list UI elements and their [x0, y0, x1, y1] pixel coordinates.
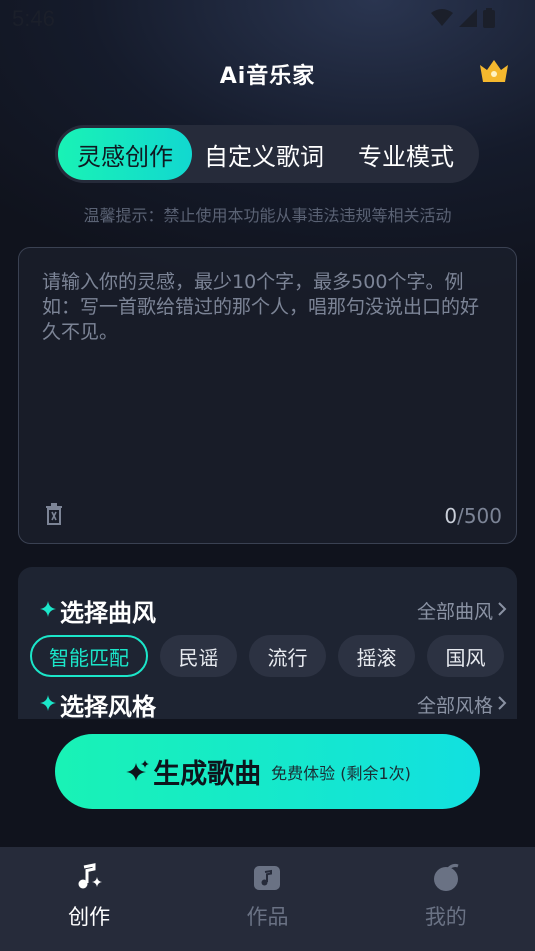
- clear-icon[interactable]: [44, 503, 64, 525]
- generate-label: 生成歌曲: [153, 759, 262, 790]
- profile-icon: [433, 863, 459, 891]
- generate-song-button[interactable]: 生成歌曲 免费体验 (剩余1次): [55, 734, 480, 809]
- chevron-right-icon: [498, 602, 507, 616]
- genre-chip[interactable]: 智能匹配: [30, 635, 148, 677]
- music-note-icon: [78, 863, 103, 889]
- nav-works[interactable]: 作品: [178, 847, 356, 951]
- status-bar: 5:46: [0, 0, 535, 36]
- album-icon: [254, 866, 281, 890]
- genre-chip[interactable]: 民谣: [160, 635, 237, 677]
- app-title: Ai音乐家: [0, 58, 535, 90]
- tab-inspiration[interactable]: 灵感创作: [58, 128, 192, 180]
- genre-section-title: 选择曲风: [60, 599, 156, 627]
- nav-profile[interactable]: 我的: [357, 847, 535, 951]
- status-icons: [431, 8, 495, 28]
- nav-label-works: 作品: [246, 905, 289, 929]
- generate-sub: 免费体验 (剩余1次): [271, 763, 411, 783]
- tab-pro-mode[interactable]: 专业模式: [336, 128, 476, 180]
- chevron-right-icon: [498, 696, 507, 710]
- mode-tabs: 灵感创作 自定义歌词 专业模式: [55, 125, 479, 183]
- genre-section-header: 选择曲风 全部曲风: [18, 593, 517, 627]
- all-genres-link[interactable]: 全部曲风: [417, 597, 493, 624]
- battery-icon: [483, 8, 495, 28]
- nav-create[interactable]: 创作: [0, 847, 178, 951]
- style-panel: 选择曲风 全部曲风 智能匹配 民谣 流行 摇滚 国风 选择风格 全部风格: [18, 567, 517, 719]
- nav-label-create: 创作: [68, 905, 111, 929]
- char-count-current: 0: [444, 504, 458, 528]
- notice-text: 温馨提示：禁止使用本功能从事违法违规等相关活动: [83, 206, 452, 225]
- signal-icon: [459, 9, 477, 27]
- style-section-header: 选择风格 全部风格: [18, 687, 517, 719]
- bottom-nav: 创作 作品 我的: [0, 847, 535, 951]
- style-section-title: 选择风格: [60, 693, 156, 719]
- tab-custom-lyrics[interactable]: 自定义歌词: [192, 128, 336, 180]
- genre-chips: 智能匹配 民谣 流行 摇滚 国风: [30, 635, 504, 677]
- sparkle-icon: [126, 759, 150, 781]
- inspiration-input[interactable]: 请输入你的灵感，最少10个字，最多500个字。例如：写一首歌给错过的那个人，唱那…: [18, 247, 517, 544]
- wifi-icon: [431, 9, 453, 26]
- nav-label-profile: 我的: [424, 905, 467, 929]
- all-styles-link[interactable]: 全部风格: [417, 691, 493, 718]
- sparkle-icon: [40, 695, 56, 711]
- vip-crown-icon[interactable]: [477, 56, 511, 86]
- char-count-max: /500: [457, 504, 502, 528]
- app-title-rest: 音乐家: [246, 64, 316, 89]
- char-counter: 0/500: [444, 504, 502, 528]
- genre-chip[interactable]: 国风: [427, 635, 504, 677]
- app-title-ai: Ai: [219, 64, 247, 89]
- sparkle-icon: [40, 601, 56, 617]
- header: Ai音乐家: [0, 52, 535, 92]
- genre-chip[interactable]: 摇滚: [338, 635, 415, 677]
- inspiration-placeholder: 请输入你的灵感，最少10个字，最多500个字。例如：写一首歌给错过的那个人，唱那…: [42, 271, 480, 343]
- genre-chip[interactable]: 流行: [249, 635, 326, 677]
- status-time: 5:46: [12, 6, 55, 31]
